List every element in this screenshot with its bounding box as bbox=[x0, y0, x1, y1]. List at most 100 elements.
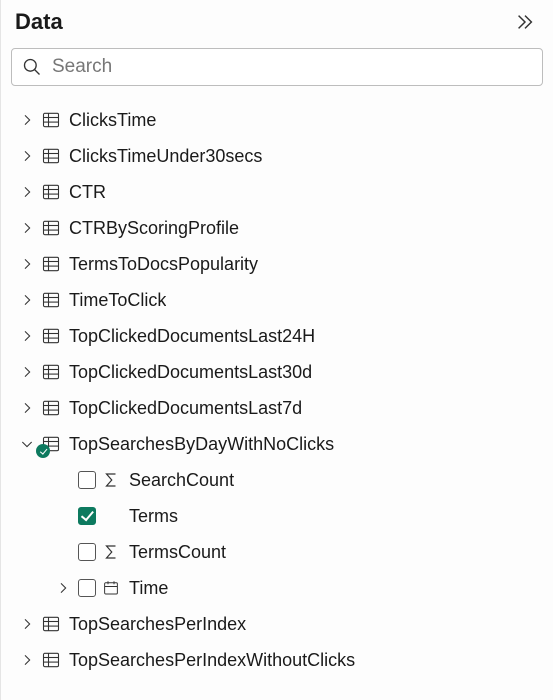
data-panel: Data ClicksTimeClicksTimeUnder30secsCTRC… bbox=[0, 0, 553, 700]
search-input[interactable] bbox=[50, 55, 532, 79]
table-row[interactable]: ClicksTime bbox=[7, 102, 547, 138]
table-label: TopClickedDocumentsLast30d bbox=[69, 362, 312, 383]
table-row[interactable]: TopClickedDocumentsLast30d bbox=[7, 354, 547, 390]
table-row[interactable]: TopSearchesPerIndex bbox=[7, 606, 547, 642]
checkbox-unchecked[interactable] bbox=[78, 543, 96, 561]
row-icon-slot bbox=[39, 396, 63, 420]
table-label: TopClickedDocumentsLast24H bbox=[69, 326, 315, 347]
row-icon-slot bbox=[39, 360, 63, 384]
table-row[interactable]: TopSearchesByDayWithNoClicks bbox=[7, 426, 547, 462]
table-row[interactable]: TopSearchesPerIndexWithoutClicks bbox=[7, 642, 547, 678]
table-row[interactable]: TimeToClick bbox=[7, 282, 547, 318]
double-chevron-right-icon bbox=[514, 11, 536, 33]
table-icon bbox=[41, 146, 61, 166]
table-label: ClicksTime bbox=[69, 110, 156, 131]
table-icon bbox=[41, 650, 61, 670]
expand-toggle[interactable] bbox=[15, 360, 39, 384]
chevron-right-icon bbox=[19, 652, 35, 668]
table-row[interactable]: CTR bbox=[7, 174, 547, 210]
chevron-right-icon bbox=[19, 112, 35, 128]
table-icon bbox=[41, 362, 61, 382]
checkbox-slot[interactable] bbox=[75, 468, 99, 492]
search-box[interactable] bbox=[11, 48, 543, 86]
field-row[interactable]: TermsCount bbox=[7, 534, 547, 570]
table-label: TimeToClick bbox=[69, 290, 166, 311]
expand-toggle[interactable] bbox=[51, 576, 75, 600]
row-icon-slot bbox=[39, 144, 63, 168]
checkbox-slot[interactable] bbox=[75, 576, 99, 600]
table-label: TopSearchesPerIndexWithoutClicks bbox=[69, 650, 355, 671]
table-label: TopSearchesPerIndex bbox=[69, 614, 246, 635]
sigma-icon bbox=[102, 543, 120, 561]
expand-toggle[interactable] bbox=[15, 180, 39, 204]
table-label: ClicksTimeUnder30secs bbox=[69, 146, 262, 167]
chevron-right-icon bbox=[19, 292, 35, 308]
field-row[interactable]: Time bbox=[7, 570, 547, 606]
table-icon bbox=[41, 254, 61, 274]
chevron-right-icon bbox=[19, 256, 35, 272]
expand-toggle[interactable] bbox=[15, 396, 39, 420]
chevron-right-icon bbox=[55, 580, 71, 596]
field-row[interactable]: SearchCount bbox=[7, 462, 547, 498]
row-icon-slot bbox=[39, 108, 63, 132]
search-icon bbox=[22, 57, 42, 77]
expand-toggle[interactable] bbox=[15, 216, 39, 240]
expand-toggle[interactable] bbox=[15, 288, 39, 312]
table-label: TermsToDocsPopularity bbox=[69, 254, 258, 275]
expand-toggle[interactable] bbox=[15, 648, 39, 672]
table-label: TopClickedDocumentsLast7d bbox=[69, 398, 302, 419]
chevron-right-icon bbox=[19, 184, 35, 200]
row-icon-slot bbox=[39, 216, 63, 240]
chevron-right-icon bbox=[19, 400, 35, 416]
table-icon bbox=[41, 290, 61, 310]
field-type-icon-slot bbox=[99, 576, 123, 600]
chevron-right-icon bbox=[19, 364, 35, 380]
panel-header: Data bbox=[1, 0, 553, 40]
date-hierarchy-icon bbox=[102, 579, 120, 597]
table-icon bbox=[41, 182, 61, 202]
expand-toggle[interactable] bbox=[15, 612, 39, 636]
table-icon bbox=[41, 326, 61, 346]
checkbox-slot[interactable] bbox=[75, 540, 99, 564]
field-type-icon-slot bbox=[99, 468, 123, 492]
field-type-icon-slot bbox=[99, 540, 123, 564]
row-icon-slot bbox=[39, 612, 63, 636]
checkbox-unchecked[interactable] bbox=[78, 579, 96, 597]
field-row[interactable]: Terms bbox=[7, 498, 547, 534]
search-container bbox=[1, 40, 553, 98]
expand-toggle[interactable] bbox=[15, 252, 39, 276]
expand-toggle[interactable] bbox=[15, 108, 39, 132]
expand-toggle[interactable] bbox=[15, 144, 39, 168]
checkbox-unchecked[interactable] bbox=[78, 471, 96, 489]
chevron-right-icon bbox=[19, 220, 35, 236]
row-icon-slot bbox=[39, 288, 63, 312]
row-icon-slot bbox=[39, 432, 63, 456]
table-icon bbox=[41, 398, 61, 418]
table-label: TopSearchesByDayWithNoClicks bbox=[69, 434, 334, 455]
field-label: SearchCount bbox=[129, 470, 234, 491]
checkbox-slot[interactable] bbox=[75, 504, 99, 528]
table-icon bbox=[41, 110, 61, 130]
table-icon bbox=[41, 218, 61, 238]
field-label: Time bbox=[129, 578, 168, 599]
table-icon bbox=[41, 614, 61, 634]
table-label: CTR bbox=[69, 182, 106, 203]
fields-tree: ClicksTime ClicksTimeUnder30secs CTR CTRByS… bbox=[1, 98, 553, 688]
table-row[interactable]: TopClickedDocumentsLast24H bbox=[7, 318, 547, 354]
table-label: CTRByScoringProfile bbox=[69, 218, 239, 239]
collapse-panel-button[interactable] bbox=[511, 8, 539, 36]
table-row[interactable]: TopClickedDocumentsLast7d bbox=[7, 390, 547, 426]
table-row[interactable]: CTRByScoringProfile bbox=[7, 210, 547, 246]
expand-toggle[interactable] bbox=[15, 324, 39, 348]
table-row[interactable]: ClicksTimeUnder30secs bbox=[7, 138, 547, 174]
sigma-icon bbox=[102, 471, 120, 489]
table-row[interactable]: TermsToDocsPopularity bbox=[7, 246, 547, 282]
panel-title: Data bbox=[15, 9, 63, 35]
field-label: Terms bbox=[129, 506, 178, 527]
row-icon-slot bbox=[39, 180, 63, 204]
checkbox-checked[interactable] bbox=[78, 507, 96, 525]
selected-badge-icon bbox=[36, 444, 50, 458]
field-label: TermsCount bbox=[129, 542, 226, 563]
field-type-icon-slot bbox=[99, 504, 123, 528]
chevron-down-icon bbox=[19, 436, 35, 452]
